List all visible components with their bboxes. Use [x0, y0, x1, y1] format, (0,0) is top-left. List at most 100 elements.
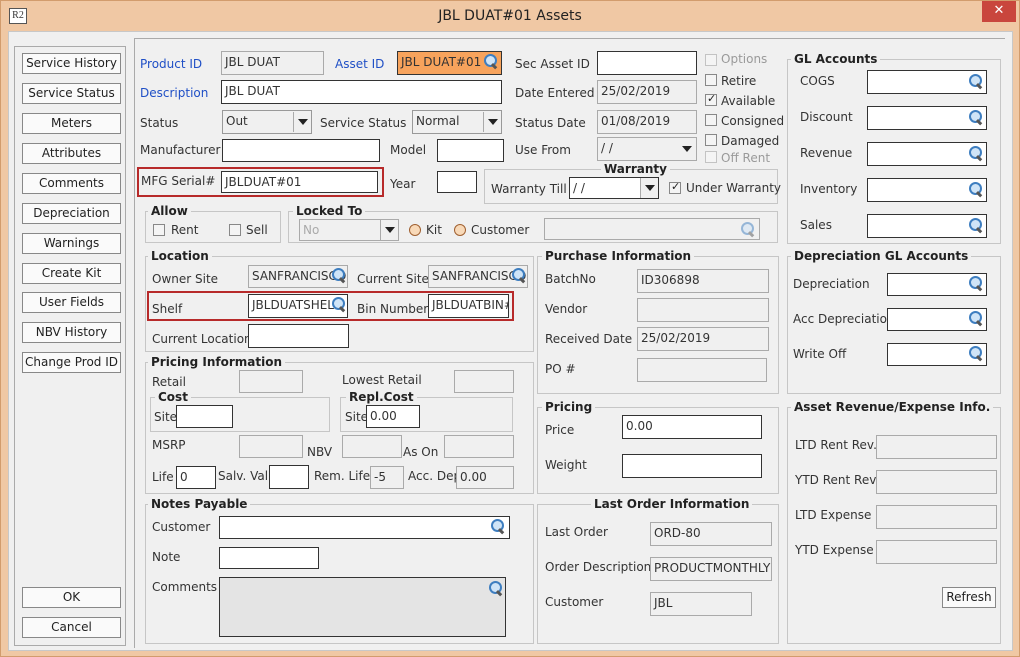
nbv-history-button[interactable]: NBV History	[22, 322, 121, 343]
note-field[interactable]	[219, 547, 319, 569]
rent-checkbox[interactable]	[153, 224, 165, 236]
warnings-button[interactable]: Warnings	[22, 233, 121, 254]
ltd-expense-field[interactable]	[876, 505, 997, 529]
price-field[interactable]: 0.00	[622, 415, 762, 439]
cost-site-field[interactable]	[176, 405, 233, 428]
use-from-dropdown-icon[interactable]	[678, 139, 696, 159]
warranty-till-dropdown-icon[interactable]	[640, 178, 658, 198]
damaged-checkbox[interactable]	[705, 134, 717, 146]
year-field[interactable]	[437, 171, 477, 193]
off-rent-checkbox[interactable]	[705, 151, 717, 163]
vendor-field[interactable]	[637, 298, 769, 322]
shelf-search-icon[interactable]	[330, 295, 348, 313]
status-label: Status	[140, 116, 179, 130]
options-checkbox[interactable]	[705, 54, 717, 66]
user-fields-button[interactable]: User Fields	[22, 292, 121, 313]
sec-asset-id-field[interactable]	[597, 51, 697, 75]
last-order-field[interactable]: ORD-80	[650, 522, 772, 546]
cost-title: Cost	[155, 390, 191, 404]
msrp-field[interactable]	[239, 435, 303, 458]
use-from-field[interactable]: / /	[597, 137, 697, 161]
repl-site-field[interactable]: 0.00	[366, 405, 420, 428]
ytd-expense-field[interactable]	[876, 540, 997, 564]
retail-field[interactable]	[239, 370, 303, 393]
nbv-field[interactable]	[342, 435, 402, 458]
comments-field[interactable]	[219, 577, 506, 637]
as-on-field[interactable]	[444, 435, 514, 458]
service-status-dropdown-icon[interactable]	[483, 112, 501, 132]
model-field[interactable]	[437, 139, 504, 162]
cogs-search-icon[interactable]	[967, 72, 985, 90]
close-button[interactable]: ✕	[982, 1, 1016, 22]
repl-cost-title: Repl.Cost	[346, 390, 417, 404]
current-location-field[interactable]	[248, 324, 349, 348]
kit-radio[interactable]	[409, 224, 421, 236]
po-field[interactable]	[637, 358, 767, 382]
product-id-field[interactable]: JBL DUAT	[221, 51, 324, 75]
locked-customer-search-icon[interactable]	[739, 220, 757, 238]
received-date-field[interactable]: 25/02/2019	[637, 327, 769, 351]
order-desc-field[interactable]: PRODUCTMONTHLY	[650, 557, 772, 581]
asset-id-search-icon[interactable]	[482, 52, 500, 70]
status-select[interactable]: Out	[222, 110, 312, 134]
customer-radio[interactable]	[454, 224, 466, 236]
cancel-button[interactable]: Cancel	[22, 617, 121, 638]
notes-customer-field[interactable]	[219, 516, 510, 539]
date-entered-field[interactable]: 25/02/2019	[597, 80, 697, 104]
description-field[interactable]: JBL DUAT	[221, 80, 502, 104]
ltd-rent-field[interactable]	[876, 435, 997, 459]
life-field[interactable]: 0	[176, 466, 216, 489]
notes-customer-search-icon[interactable]	[489, 517, 507, 535]
rem-life-field[interactable]: -5	[370, 466, 404, 489]
ok-button[interactable]: OK	[22, 587, 121, 608]
service-history-button[interactable]: Service History	[22, 53, 121, 74]
service-status-button[interactable]: Service Status	[22, 83, 121, 104]
price-label: Price	[545, 423, 575, 437]
inventory-search-icon[interactable]	[967, 180, 985, 198]
ytd-rent-field[interactable]	[876, 470, 997, 494]
change-prod-id-button[interactable]: Change Prod ID	[22, 352, 121, 373]
cogs-label: COGS	[800, 74, 835, 88]
sales-search-icon[interactable]	[967, 216, 985, 234]
warranty-till-field[interactable]: / /	[569, 177, 659, 199]
meters-button[interactable]: Meters	[22, 113, 121, 134]
revenue-search-icon[interactable]	[967, 144, 985, 162]
under-warranty-checkbox[interactable]	[669, 180, 681, 194]
last-order-customer-field[interactable]: JBL	[650, 592, 752, 616]
write-off-search-icon[interactable]	[967, 344, 985, 362]
mfg-serial-field[interactable]: JBLDUAT#01	[221, 171, 378, 193]
current-site-search-icon[interactable]	[510, 266, 528, 284]
weight-field[interactable]	[622, 454, 762, 478]
owner-site-search-icon[interactable]	[330, 266, 348, 284]
status-date-field[interactable]: 01/08/2019	[597, 110, 697, 134]
available-checkbox[interactable]	[705, 92, 717, 106]
manufacturer-field[interactable]	[222, 139, 380, 162]
acc-dep-gl-search-icon[interactable]	[967, 309, 985, 327]
dep-search-icon[interactable]	[967, 274, 985, 292]
consigned-checkbox[interactable]	[705, 114, 717, 126]
locked-to-dropdown-icon[interactable]	[380, 220, 398, 240]
comments-search-icon[interactable]	[487, 579, 505, 597]
lowest-retail-field[interactable]	[454, 370, 514, 393]
locked-customer-field[interactable]	[544, 218, 760, 240]
depreciation-button[interactable]: Depreciation	[22, 203, 121, 224]
discount-search-icon[interactable]	[967, 108, 985, 126]
sell-checkbox[interactable]	[229, 224, 241, 236]
notes-title: Notes Payable	[148, 497, 251, 511]
acc-dep-field[interactable]: 0.00	[456, 466, 514, 489]
pricing-title: Pricing	[542, 400, 596, 414]
salv-val-field[interactable]	[269, 465, 309, 489]
comments-button[interactable]: Comments	[22, 173, 121, 194]
write-off-label: Write Off	[793, 347, 847, 361]
batchno-field[interactable]: ID306898	[637, 269, 769, 293]
service-status-select[interactable]: Normal	[412, 110, 502, 134]
mfg-serial-label: MFG Serial#	[141, 174, 216, 188]
refresh-button[interactable]: Refresh	[942, 587, 996, 608]
locked-to-select[interactable]: No	[299, 219, 399, 241]
window-title: JBL DUAT#01 Assets	[438, 8, 582, 24]
status-dropdown-icon[interactable]	[293, 112, 311, 132]
retire-checkbox[interactable]	[705, 74, 717, 86]
bin-number-field[interactable]: JBLDUATBIN#	[428, 294, 509, 318]
attributes-button[interactable]: Attributes	[22, 143, 121, 164]
create-kit-button[interactable]: Create Kit	[22, 263, 121, 284]
